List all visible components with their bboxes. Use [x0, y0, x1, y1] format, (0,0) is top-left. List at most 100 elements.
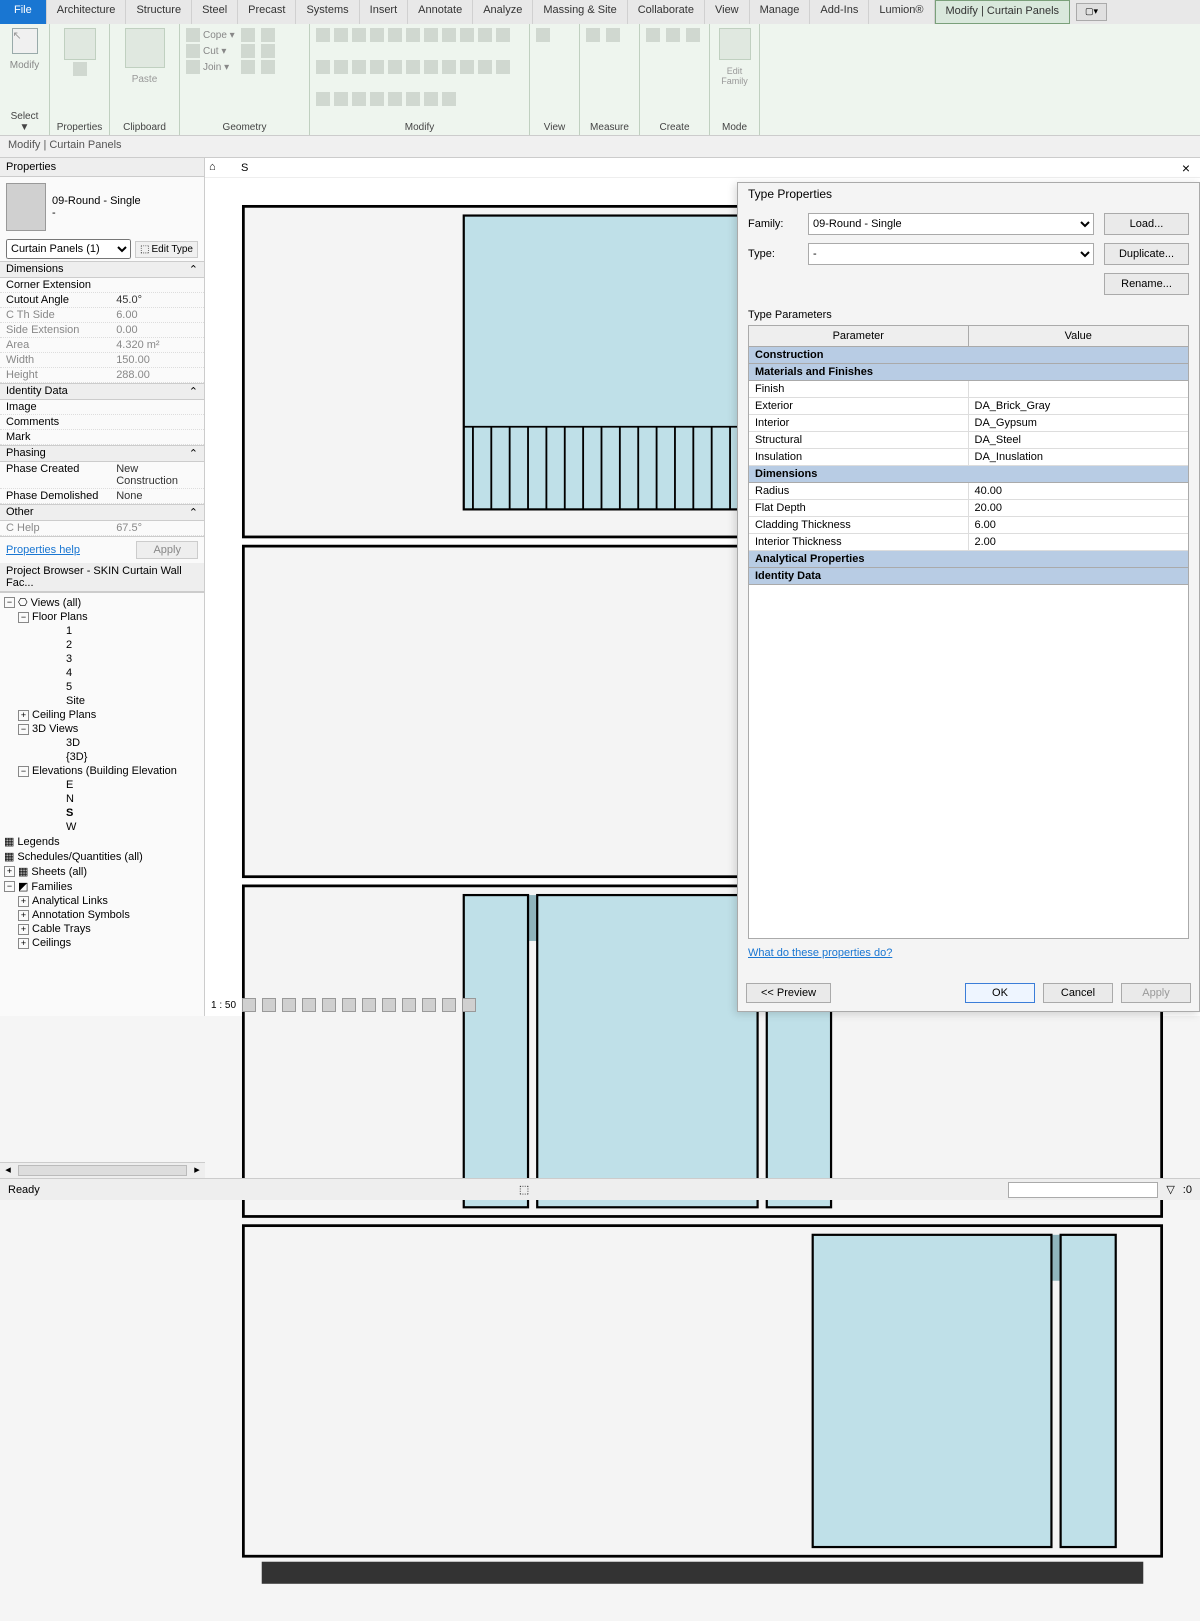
prop-row[interactable]: Cutout Angle45.0°	[0, 293, 204, 308]
menu-collaborate[interactable]: Collaborate	[628, 0, 705, 24]
menu-systems[interactable]: Systems	[296, 0, 359, 24]
family-select[interactable]: 09-Round - Single	[808, 213, 1094, 235]
workset-select[interactable]	[1008, 1182, 1158, 1198]
tree-leaf[interactable]: 3	[0, 652, 204, 666]
expand-icon[interactable]: +	[18, 896, 29, 907]
tree-leaf[interactable]: E	[0, 778, 204, 792]
tree-elev[interactable]: Elevations (Building Elevation	[32, 765, 177, 777]
properties-help-link[interactable]: Properties help	[6, 544, 80, 556]
expand-icon[interactable]: −	[4, 881, 15, 892]
duplicate-button[interactable]: Duplicate...	[1104, 243, 1189, 265]
menu-insert[interactable]: Insert	[360, 0, 409, 24]
mod-icon[interactable]	[388, 92, 402, 106]
edit-family-icon[interactable]	[719, 28, 751, 60]
mod-icon[interactable]	[352, 60, 366, 74]
mod-icon[interactable]	[406, 28, 420, 42]
param-row[interactable]: ExteriorDA_Brick_Gray	[749, 398, 1188, 415]
prop-row[interactable]: Phase CreatedNew Construction	[0, 462, 204, 489]
tree-leaf[interactable]: 4	[0, 666, 204, 680]
properties-icon[interactable]	[64, 28, 96, 60]
mod-icon[interactable]	[496, 60, 510, 74]
section-identity[interactable]: Identity Data	[6, 385, 68, 398]
create-icon[interactable]	[666, 28, 680, 42]
prop-row[interactable]: Height288.00	[0, 368, 204, 383]
mod-icon[interactable]	[334, 60, 348, 74]
section-phasing[interactable]: Phasing	[6, 447, 46, 460]
mod-icon[interactable]	[388, 28, 402, 42]
menu-steel[interactable]: Steel	[192, 0, 238, 24]
type-name[interactable]: 09-Round - Single	[52, 195, 141, 207]
tree-floor-plans[interactable]: Floor Plans	[32, 611, 88, 623]
param-row[interactable]: InsulationDA_Inuslation	[749, 449, 1188, 466]
tree-leaf[interactable]: +Analytical Links	[0, 894, 204, 908]
mod-icon[interactable]	[370, 28, 384, 42]
prop-row[interactable]: Area4.320 m²	[0, 338, 204, 353]
tree-leaf[interactable]: +Cable Trays	[0, 922, 204, 936]
type-props-icon[interactable]	[73, 62, 87, 76]
expand-icon[interactable]: +	[18, 710, 29, 721]
expand-icon[interactable]: −	[4, 597, 15, 608]
expand-icon[interactable]: −	[18, 612, 29, 623]
geom-icon-5[interactable]	[261, 44, 275, 58]
menu-view[interactable]: View	[705, 0, 750, 24]
param-section[interactable]: Analytical Properties	[749, 551, 1188, 568]
tree-leaf[interactable]: N	[0, 792, 204, 806]
scale-label[interactable]: 1 : 50	[211, 1000, 236, 1011]
expand-icon[interactable]: +	[18, 938, 29, 949]
tree-leaf[interactable]: W	[0, 820, 204, 834]
expand-icon[interactable]: +	[4, 866, 15, 877]
param-section[interactable]: Dimensions	[749, 466, 1188, 483]
create-icon[interactable]	[686, 28, 700, 42]
param-row[interactable]: StructuralDA_Steel	[749, 432, 1188, 449]
tree-leaf[interactable]: S	[0, 806, 204, 820]
project-browser[interactable]: −⎔ Views (all) −Floor Plans 12345Site +C…	[0, 592, 204, 1016]
param-row[interactable]: Interior Thickness2.00	[749, 534, 1188, 551]
menu-architecture[interactable]: Architecture	[47, 0, 127, 24]
prop-row[interactable]: Corner Extension	[0, 278, 204, 293]
tree-leaf[interactable]: Site	[0, 694, 204, 708]
load-button[interactable]: Load...	[1104, 213, 1189, 235]
vc-icon[interactable]	[382, 998, 396, 1012]
prop-row[interactable]: Image	[0, 400, 204, 415]
vc-icon[interactable]	[322, 998, 336, 1012]
vc-icon[interactable]	[282, 998, 296, 1012]
filter-icon[interactable]: ▽	[1166, 1183, 1174, 1196]
menu-extra-toggle[interactable]: ▢▾	[1076, 3, 1107, 21]
section-dimensions[interactable]: Dimensions	[6, 263, 63, 276]
prop-row[interactable]: C Help67.5°	[0, 521, 204, 536]
prop-row[interactable]: Width150.00	[0, 353, 204, 368]
menu-structure[interactable]: Structure	[126, 0, 192, 24]
preview-button[interactable]: << Preview	[746, 983, 831, 1003]
filter-select[interactable]: Curtain Panels (1)	[6, 239, 131, 259]
tree-sheets[interactable]: Sheets (all)	[31, 866, 87, 878]
cope-label[interactable]: Cope ▾	[203, 30, 235, 41]
vc-icon[interactable]	[302, 998, 316, 1012]
join-label[interactable]: Join ▾	[203, 62, 229, 73]
tree-leaf[interactable]: +Ceilings	[0, 936, 204, 950]
cope-icon[interactable]	[186, 28, 200, 42]
param-row[interactable]: Cladding Thickness6.00	[749, 517, 1188, 534]
tree-leaf[interactable]: 3D	[0, 736, 204, 750]
param-row[interactable]: Flat Depth20.00	[749, 500, 1188, 517]
mod-icon[interactable]	[478, 60, 492, 74]
mod-icon[interactable]	[388, 60, 402, 74]
expand-icon[interactable]: −	[18, 766, 29, 777]
geom-icon-6[interactable]	[261, 60, 275, 74]
menu-modify-curtain[interactable]: Modify | Curtain Panels	[935, 0, 1071, 24]
dialog-apply-button[interactable]: Apply	[1121, 983, 1191, 1003]
mod-icon[interactable]	[424, 60, 438, 74]
close-tab-icon[interactable]: ×	[1176, 160, 1196, 176]
vc-icon[interactable]	[242, 998, 256, 1012]
measure-icon[interactable]	[606, 28, 620, 42]
param-row[interactable]: Radius40.00	[749, 483, 1188, 500]
prop-row[interactable]: Mark	[0, 430, 204, 445]
view-tab[interactable]: S	[231, 161, 258, 175]
join-icon[interactable]	[186, 60, 200, 74]
ribbon-select-label[interactable]: Select ▼	[6, 109, 43, 133]
vc-icon[interactable]	[362, 998, 376, 1012]
param-section[interactable]: Materials and Finishes	[749, 364, 1188, 381]
prop-row[interactable]: C Th Side6.00	[0, 308, 204, 323]
hscroll[interactable]: ◂ ▸	[0, 1162, 205, 1178]
mod-icon[interactable]	[316, 28, 330, 42]
what-do-link[interactable]: What do these properties do?	[748, 947, 1189, 959]
